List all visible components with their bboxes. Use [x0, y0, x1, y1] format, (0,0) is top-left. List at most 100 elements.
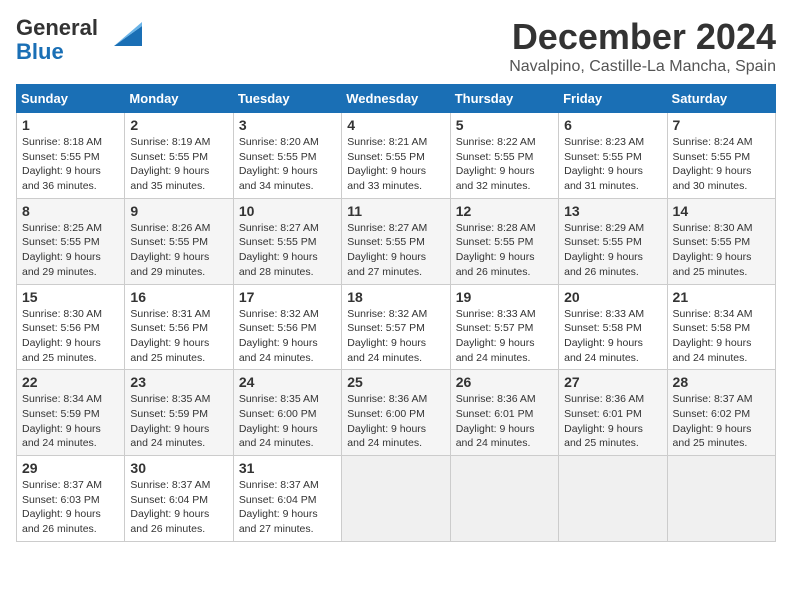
day-number: 27 — [564, 374, 661, 390]
day-number: 23 — [130, 374, 227, 390]
calendar-day-2: 2Sunrise: 8:19 AMSunset: 5:55 PMDaylight… — [125, 113, 233, 199]
logo: General Blue — [16, 16, 142, 64]
calendar-day-15: 15 Sunrise: 8:30 AMSunset: 5:56 PMDayligh… — [17, 284, 125, 370]
title-area: December 2024 Navalpino, Castille-La Man… — [509, 16, 776, 76]
calendar-day-empty — [342, 456, 450, 542]
calendar-day-12: 12 Sunrise: 8:28 AMSunset: 5:55 PMDayligh… — [450, 198, 558, 284]
calendar-day-28: 28Sunrise: 8:37 AMSunset: 6:02 PMDayligh… — [667, 370, 775, 456]
day-info: Sunrise: 8:28 AMSunset: 5:55 PMDaylight:… — [456, 222, 536, 278]
calendar-day-8: 8Sunrise: 8:25 AMSunset: 5:55 PMDaylight… — [17, 198, 125, 284]
calendar-day-10: 10 Sunrise: 8:27 AMSunset: 5:55 PMDayligh… — [233, 198, 341, 284]
header-thursday: Thursday — [450, 85, 558, 113]
day-number: 17 — [239, 289, 336, 305]
calendar-week-5: 29Sunrise: 8:37 AMSunset: 6:03 PMDayligh… — [17, 456, 776, 542]
day-info: Sunrise: 8:26 AMSunset: 5:55 PMDaylight:… — [130, 222, 210, 278]
day-info: Sunrise: 8:30 AMSunset: 5:55 PMDaylight:… — [673, 222, 753, 278]
day-info: Sunrise: 8:36 AMSunset: 6:00 PMDaylight:… — [347, 393, 427, 449]
calendar-day-14: 14 Sunrise: 8:30 AMSunset: 5:55 PMDayligh… — [667, 198, 775, 284]
calendar-week-1: 1 Sunrise: 8:18 AMSunset: 5:55 PMDaylight… — [17, 113, 776, 199]
calendar-day-20: 20 Sunrise: 8:33 AMSunset: 5:58 PMDayligh… — [559, 284, 667, 370]
day-number: 1 — [22, 117, 119, 133]
day-info: Sunrise: 8:24 AMSunset: 5:55 PMDaylight:… — [673, 136, 753, 192]
day-info: Sunrise: 8:34 AMSunset: 5:59 PMDaylight:… — [22, 393, 102, 449]
day-info: Sunrise: 8:35 AMSunset: 6:00 PMDaylight:… — [239, 393, 319, 449]
calendar-day-26: 26 Sunrise: 8:36 AMSunset: 6:01 PMDayligh… — [450, 370, 558, 456]
calendar-week-4: 22 Sunrise: 8:34 AMSunset: 5:59 PMDayligh… — [17, 370, 776, 456]
day-info: Sunrise: 8:22 AMSunset: 5:55 PMDaylight:… — [456, 136, 536, 192]
header-saturday: Saturday — [667, 85, 775, 113]
day-number: 16 — [130, 289, 227, 305]
day-number: 8 — [22, 203, 119, 219]
day-number: 24 — [239, 374, 336, 390]
day-number: 5 — [456, 117, 553, 133]
calendar-day-7: 7Sunrise: 8:24 AMSunset: 5:55 PMDaylight… — [667, 113, 775, 199]
calendar-day-empty — [450, 456, 558, 542]
logo-text: General Blue — [16, 16, 98, 64]
day-info: Sunrise: 8:20 AMSunset: 5:55 PMDaylight:… — [239, 136, 319, 192]
calendar-day-23: 23 Sunrise: 8:35 AMSunset: 5:59 PMDayligh… — [125, 370, 233, 456]
day-info: Sunrise: 8:27 AMSunset: 5:55 PMDaylight:… — [239, 222, 319, 278]
day-info: Sunrise: 8:23 AMSunset: 5:55 PMDaylight:… — [564, 136, 644, 192]
calendar-day-1: 1 Sunrise: 8:18 AMSunset: 5:55 PMDaylight… — [17, 113, 125, 199]
day-number: 28 — [673, 374, 770, 390]
day-info: Sunrise: 8:18 AMSunset: 5:55 PMDaylight:… — [22, 136, 102, 192]
header-wednesday: Wednesday — [342, 85, 450, 113]
day-number: 15 — [22, 289, 119, 305]
day-number: 6 — [564, 117, 661, 133]
main-title: December 2024 — [509, 16, 776, 58]
day-number: 18 — [347, 289, 444, 305]
day-info: Sunrise: 8:31 AMSunset: 5:56 PMDaylight:… — [130, 308, 210, 364]
day-number: 10 — [239, 203, 336, 219]
day-info: Sunrise: 8:30 AMSunset: 5:56 PMDaylight:… — [22, 308, 102, 364]
calendar-day-4: 4 Sunrise: 8:21 AMSunset: 5:55 PMDaylight… — [342, 113, 450, 199]
calendar-day-25: 25 Sunrise: 8:36 AMSunset: 6:00 PMDayligh… — [342, 370, 450, 456]
calendar: Sunday Monday Tuesday Wednesday Thursday… — [16, 84, 776, 542]
logo-icon — [104, 18, 142, 53]
day-info: Sunrise: 8:29 AMSunset: 5:55 PMDaylight:… — [564, 222, 644, 278]
day-number: 13 — [564, 203, 661, 219]
day-number: 3 — [239, 117, 336, 133]
header-friday: Friday — [559, 85, 667, 113]
calendar-day-19: 19 Sunrise: 8:33 AMSunset: 5:57 PMDayligh… — [450, 284, 558, 370]
day-info: Sunrise: 8:32 AMSunset: 5:57 PMDaylight:… — [347, 308, 427, 364]
day-info: Sunrise: 8:32 AMSunset: 5:56 PMDaylight:… — [239, 308, 319, 364]
calendar-day-11: 11Sunrise: 8:27 AMSunset: 5:55 PMDayligh… — [342, 198, 450, 284]
day-number: 4 — [347, 117, 444, 133]
calendar-week-3: 15 Sunrise: 8:30 AMSunset: 5:56 PMDayligh… — [17, 284, 776, 370]
calendar-header-row: Sunday Monday Tuesday Wednesday Thursday… — [17, 85, 776, 113]
day-number: 29 — [22, 460, 119, 476]
day-info: Sunrise: 8:36 AMSunset: 6:01 PMDaylight:… — [456, 393, 536, 449]
day-number: 11 — [347, 203, 444, 219]
calendar-day-5: 5 Sunrise: 8:22 AMSunset: 5:55 PMDaylight… — [450, 113, 558, 199]
calendar-week-2: 8Sunrise: 8:25 AMSunset: 5:55 PMDaylight… — [17, 198, 776, 284]
calendar-day-16: 16 Sunrise: 8:31 AMSunset: 5:56 PMDayligh… — [125, 284, 233, 370]
day-number: 20 — [564, 289, 661, 305]
calendar-day-24: 24 Sunrise: 8:35 AMSunset: 6:00 PMDayligh… — [233, 370, 341, 456]
day-number: 25 — [347, 374, 444, 390]
calendar-day-empty — [559, 456, 667, 542]
day-number: 9 — [130, 203, 227, 219]
subtitle: Navalpino, Castille-La Mancha, Spain — [509, 58, 776, 76]
calendar-day-3: 3 Sunrise: 8:20 AMSunset: 5:55 PMDaylight… — [233, 113, 341, 199]
day-number: 22 — [22, 374, 119, 390]
day-info: Sunrise: 8:35 AMSunset: 5:59 PMDaylight:… — [130, 393, 210, 449]
day-number: 30 — [130, 460, 227, 476]
day-number: 21 — [673, 289, 770, 305]
calendar-day-17: 17 Sunrise: 8:32 AMSunset: 5:56 PMDayligh… — [233, 284, 341, 370]
day-number: 26 — [456, 374, 553, 390]
day-info: Sunrise: 8:21 AMSunset: 5:55 PMDaylight:… — [347, 136, 427, 192]
day-info: Sunrise: 8:33 AMSunset: 5:58 PMDaylight:… — [564, 308, 644, 364]
day-info: Sunrise: 8:37 AMSunset: 6:04 PMDaylight:… — [130, 479, 210, 535]
day-number: 12 — [456, 203, 553, 219]
day-info: Sunrise: 8:36 AMSunset: 6:01 PMDaylight:… — [564, 393, 644, 449]
header-sunday: Sunday — [17, 85, 125, 113]
day-info: Sunrise: 8:37 AMSunset: 6:04 PMDaylight:… — [239, 479, 319, 535]
calendar-day-empty — [667, 456, 775, 542]
calendar-day-27: 27 Sunrise: 8:36 AMSunset: 6:01 PMDayligh… — [559, 370, 667, 456]
day-number: 14 — [673, 203, 770, 219]
day-info: Sunrise: 8:33 AMSunset: 5:57 PMDaylight:… — [456, 308, 536, 364]
day-number: 31 — [239, 460, 336, 476]
day-number: 19 — [456, 289, 553, 305]
calendar-day-22: 22 Sunrise: 8:34 AMSunset: 5:59 PMDayligh… — [17, 370, 125, 456]
header: General Blue December 2024 Navalpino, Ca… — [16, 16, 776, 76]
